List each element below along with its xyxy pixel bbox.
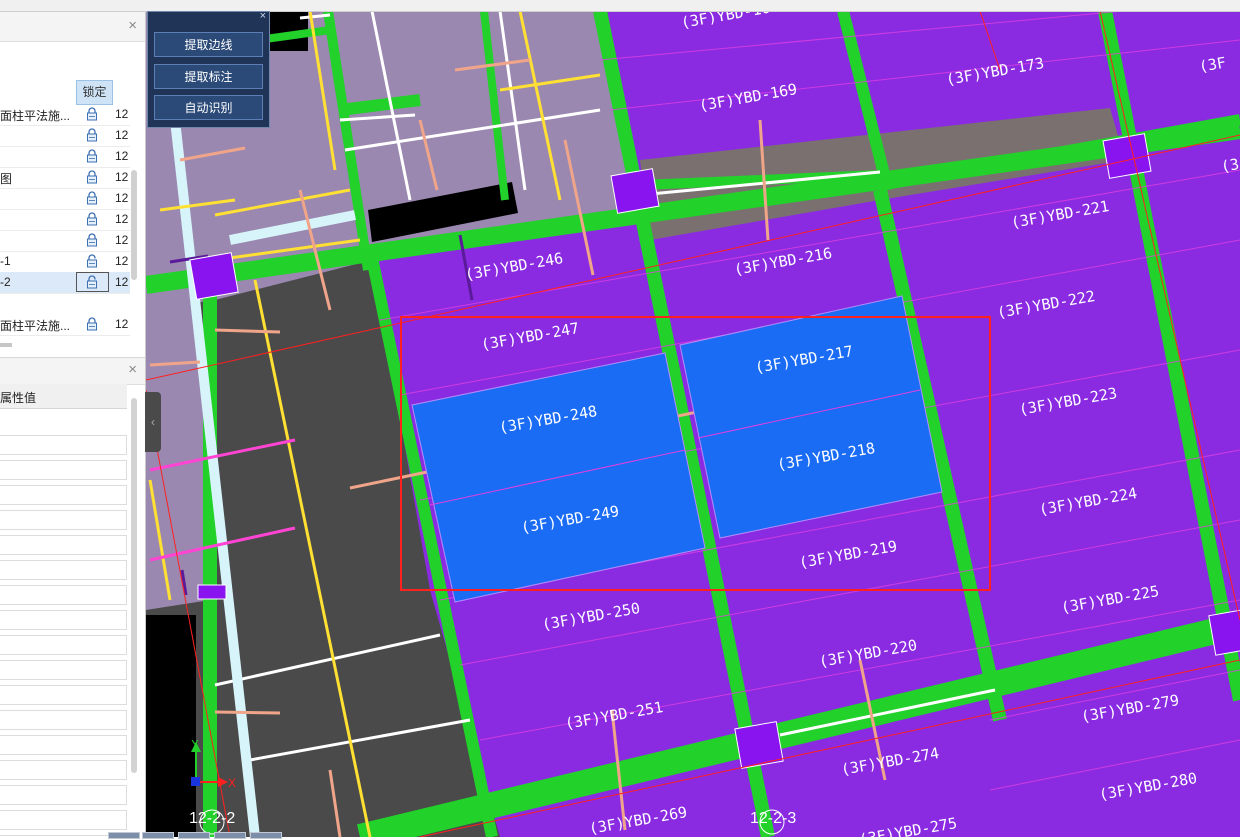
- property-value-field[interactable]: [0, 685, 127, 705]
- drawing-row-name: 面柱平法施...: [0, 319, 71, 333]
- property-value-field[interactable]: [0, 585, 127, 605]
- drawing-row-name: -2: [0, 275, 11, 289]
- unlock-icon[interactable]: [85, 275, 99, 289]
- drawing-row[interactable]: 图 12: [0, 167, 130, 189]
- drawing-row-value: 12: [115, 212, 129, 226]
- auto-recognize-button[interactable]: 自动识别: [154, 95, 263, 120]
- lock-icon[interactable]: [85, 233, 99, 247]
- unlock-icon[interactable]: [85, 254, 99, 268]
- property-value-field[interactable]: [0, 785, 127, 805]
- drawing-list-h-scrollbar[interactable]: [0, 343, 12, 347]
- drawing-row[interactable]: 面柱平法施... 12: [0, 314, 130, 336]
- drawing-row-value: 12: [115, 317, 129, 331]
- ucs-axis-icon: Y X: [191, 740, 236, 790]
- recognition-tool-panel: × 提取边线 提取标注 自动识别: [147, 10, 270, 128]
- drawing-row-value: 12: [115, 170, 129, 184]
- property-value-field[interactable]: [0, 560, 127, 580]
- lock-icon[interactable]: [85, 128, 99, 142]
- drawing-row-name: -1: [0, 254, 11, 268]
- drawing-row[interactable]: 面柱平法施... 12: [0, 104, 130, 126]
- drawing-row-value: 12: [115, 233, 129, 247]
- property-value-field[interactable]: [0, 610, 127, 630]
- extract-annotation-button[interactable]: 提取标注: [154, 64, 263, 89]
- close-icon[interactable]: ×: [128, 362, 137, 377]
- bottom-toolbar-strip: [100, 830, 320, 839]
- drawing-row[interactable]: 12: [0, 188, 130, 210]
- close-icon[interactable]: ×: [260, 10, 266, 22]
- axis-label-12-2-2: 12-2-2: [189, 810, 236, 827]
- drawing-row-value: 12: [115, 107, 129, 121]
- properties-header: ×: [0, 357, 145, 385]
- property-value-field[interactable]: [0, 660, 127, 680]
- property-value-header: 属性值: [0, 391, 37, 405]
- slab-label: (3: [1220, 155, 1240, 176]
- property-value-field[interactable]: [0, 485, 127, 505]
- drawing-row-name: 面柱平法施...: [0, 109, 71, 123]
- drawing-row-value: 12: [115, 254, 129, 268]
- drawing-row[interactable]: -1 12: [0, 251, 130, 273]
- panel-collapse-handle[interactable]: ‹: [145, 392, 161, 452]
- property-value-field[interactable]: [0, 810, 127, 830]
- drawing-canvas[interactable]: (3F)YBD-166 (3F)YBD-169 (3F)YBD-173 (3F)…: [144, 0, 1240, 840]
- drawing-row[interactable]: 12: [0, 146, 130, 168]
- left-side-panel: × 锁定 面柱平法施... 12 12 12 图 12 12 12 12 -1 12 -2 12 面柱平法…: [0, 0, 146, 837]
- property-value-field[interactable]: [0, 735, 127, 755]
- properties-scrollbar[interactable]: [131, 398, 137, 773]
- extract-edge-button[interactable]: 提取边线: [154, 32, 263, 57]
- lock-icon[interactable]: [85, 212, 99, 226]
- property-value-field[interactable]: [0, 510, 127, 530]
- property-value-field[interactable]: [0, 635, 127, 655]
- drawing-row-value: 12: [115, 128, 129, 142]
- close-icon[interactable]: ×: [128, 18, 137, 33]
- drawing-row[interactable]: 12: [0, 230, 130, 252]
- lock-icon[interactable]: [85, 149, 99, 163]
- drawing-list-scrollbar[interactable]: [131, 170, 137, 280]
- property-value-field[interactable]: [0, 460, 127, 480]
- drawing-row[interactable]: -2 12: [0, 272, 130, 294]
- drawing-row[interactable]: 12: [0, 125, 130, 147]
- drawing-list-header: ×: [0, 11, 145, 42]
- drawing-row-value: 12: [115, 191, 129, 205]
- drawing-row[interactable]: 12: [0, 209, 130, 231]
- drawing-row-name: 图: [0, 172, 13, 186]
- lock-column-header[interactable]: 锁定: [76, 80, 113, 105]
- svg-text:X: X: [228, 776, 236, 790]
- property-value-field[interactable]: [0, 435, 127, 455]
- properties-column-header: 属性值: [0, 384, 127, 409]
- lock-icon[interactable]: [85, 191, 99, 205]
- lock-icon[interactable]: [85, 317, 99, 331]
- lock-icon[interactable]: [85, 170, 99, 184]
- drawing-row-value: 12: [115, 275, 129, 289]
- property-value-field[interactable]: [0, 535, 127, 555]
- drawing-row-value: 12: [115, 149, 129, 163]
- axis-label-12-2-3: 12-2-3: [750, 810, 797, 827]
- property-value-field[interactable]: [0, 710, 127, 730]
- property-value-field[interactable]: [0, 760, 127, 780]
- svg-text:Y: Y: [191, 740, 199, 751]
- lock-icon[interactable]: [85, 107, 99, 121]
